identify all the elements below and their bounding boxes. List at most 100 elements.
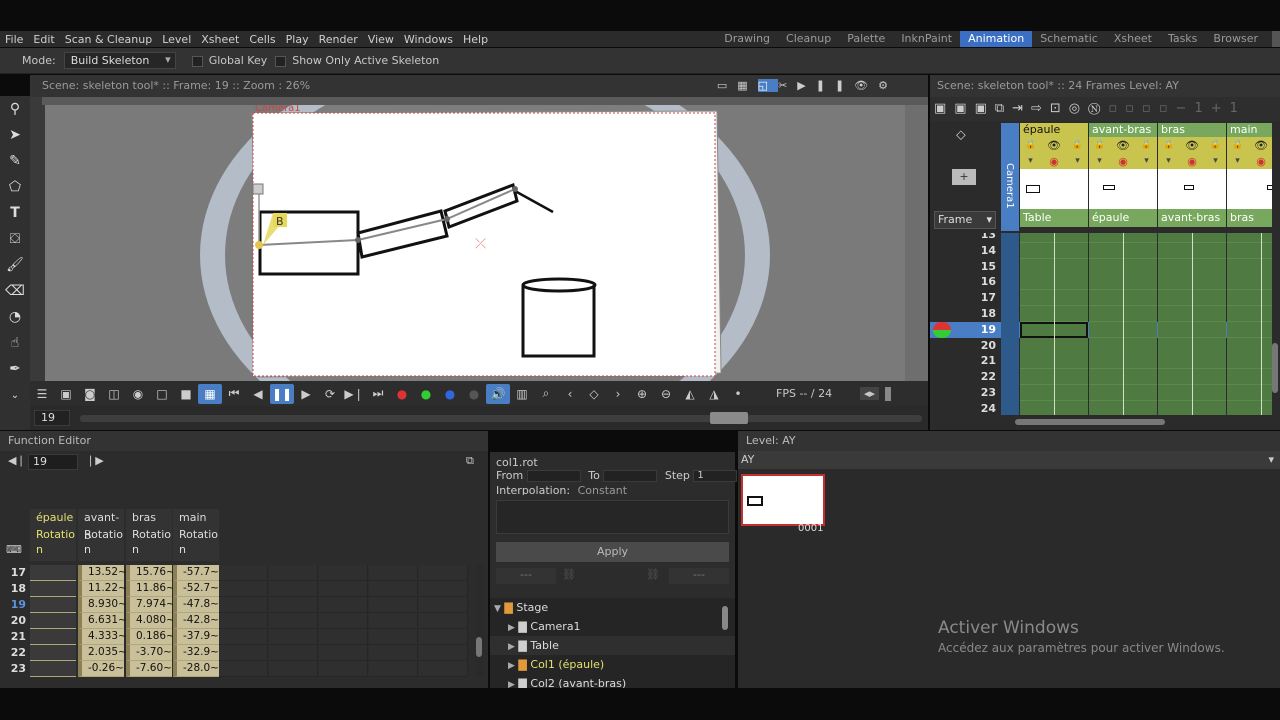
loop-icon[interactable]: ⟳ [318, 384, 342, 404]
xsheet-row[interactable]: 16 [930, 274, 1272, 291]
prev-key-field[interactable]: --- [496, 568, 556, 584]
menu-file[interactable]: File [0, 33, 28, 46]
first-frame-icon[interactable]: ⏮ [222, 384, 246, 404]
xsheet-row[interactable]: 20 [930, 337, 1272, 354]
toggle-view-icon[interactable]: ⧉ [466, 454, 474, 468]
row-number[interactable]: 20 [970, 339, 996, 352]
frame-zoom-dropdown[interactable]: Frame ▾ [934, 211, 996, 229]
row-number[interactable]: 22 [970, 370, 996, 383]
camera-icon[interactable]: ◙ [78, 384, 102, 404]
column-name[interactable]: avant-bras [1089, 123, 1157, 137]
play-icon[interactable]: ▶ [294, 384, 318, 404]
row-number[interactable]: 23 [970, 386, 996, 399]
tree-item[interactable]: ▶ ▇ Camera1 [490, 617, 735, 636]
next-frame-button[interactable]: ❘▶ [86, 454, 104, 467]
column-camstand-toggle[interactable]: ▾◉▾ [1158, 153, 1226, 169]
function-row-frame[interactable]: 23 [0, 661, 30, 677]
xsheet-row[interactable]: 17 [930, 290, 1272, 307]
next-key-field[interactable]: --- [669, 568, 729, 584]
column-parent[interactable]: épaule [1089, 209, 1157, 227]
function-cell[interactable] [30, 645, 76, 661]
tree-item[interactable]: ▶ ▇ Col2 (avant-bras) [490, 674, 735, 688]
function-column-header[interactable]: main Rotatio n [173, 509, 219, 561]
column-parent[interactable]: avant-bras [1158, 209, 1226, 227]
column-preview-toggle[interactable]: 🔒 👁 🔒 [1158, 137, 1226, 153]
geometric-tool-icon[interactable]: ⬠ [0, 174, 30, 200]
fill-tool-icon[interactable]: ⛋ [0, 226, 30, 252]
more-tools-icon[interactable]: ⌄ [0, 382, 30, 408]
function-cell[interactable]: -47.8~ [173, 597, 219, 613]
menu-xsheet[interactable]: Xsheet [196, 33, 244, 46]
menu-edit[interactable]: Edit [28, 33, 59, 46]
row-number[interactable]: 19 [970, 323, 996, 336]
zoom-in-icon[interactable]: ⊕ [630, 384, 654, 404]
style-picker-icon[interactable]: ✒ [0, 356, 30, 382]
function-row-frame[interactable]: 18 [0, 581, 30, 597]
function-cell[interactable] [30, 661, 76, 677]
room-tab-animation[interactable]: Animation [960, 31, 1033, 47]
row-number[interactable]: 17 [970, 291, 996, 304]
menu-icon[interactable]: ☰ [30, 384, 54, 404]
column-camstand-toggle[interactable]: ▾◉▾ [1089, 153, 1157, 169]
prev-frame-icon[interactable]: ◀ [246, 384, 270, 404]
to-field[interactable] [603, 470, 658, 482]
bg-white-icon[interactable]: □ [150, 384, 174, 404]
apply-button[interactable]: Apply [496, 542, 729, 562]
menu-windows[interactable]: Windows [399, 33, 458, 46]
type-tool-icon[interactable]: T [0, 200, 30, 226]
menu-help[interactable]: Help [458, 33, 493, 46]
function-cell[interactable]: -42.8~ [173, 613, 219, 629]
link-icon-2[interactable]: ⛓ [646, 568, 660, 581]
red-channel-icon[interactable]: ● [390, 384, 414, 404]
function-cell[interactable]: -52.7~ [173, 581, 219, 597]
function-cell[interactable]: 4.080~ [126, 613, 175, 629]
pause-icon[interactable]: ❚❚ [270, 383, 294, 404]
show-active-checkbox[interactable] [275, 55, 287, 67]
function-cell[interactable] [30, 597, 76, 613]
column-name[interactable]: bras [1158, 123, 1226, 137]
xsheet-toolbar-icons[interactable]: ▣▣▣⧉⇥⇨⊡◎Ⓝ▫▫▫▫−1+1 [930, 97, 1280, 121]
room-scroll-handle[interactable] [1272, 31, 1280, 47]
viewer-header-icons[interactable]: ▭▦◱✂▶❚❚👁⚙ [717, 75, 898, 97]
function-cell[interactable]: 6.631~ [78, 613, 127, 629]
function-row-frame[interactable]: 19 [0, 597, 30, 613]
skeleton-tool-icon[interactable]: ⚲ [0, 96, 30, 122]
function-cell[interactable]: 7.974~ [126, 597, 175, 613]
onion-skin-marker[interactable] [933, 321, 951, 338]
room-tab-drawing[interactable]: Drawing [716, 31, 778, 47]
function-cell[interactable]: 2.035~ [78, 645, 127, 661]
link-icon[interactable]: ⛓ [562, 568, 576, 581]
selection-tool-icon[interactable]: ➤ [0, 122, 30, 148]
column-name[interactable]: épaule [1020, 123, 1088, 137]
tree-item[interactable]: ▶ ▇ Table [490, 636, 735, 655]
xsheet-row[interactable]: 19 [930, 321, 1272, 338]
xsheet-row[interactable]: 21 [930, 353, 1272, 370]
function-cell[interactable] [30, 565, 76, 581]
xsheet-column-1[interactable]: avant-bras 🔒 👁 🔒 ▾ ◉ ▾ épaule [1089, 123, 1157, 231]
function-cell[interactable]: -28.0~ [173, 661, 219, 677]
row-number[interactable]: 24 [970, 402, 996, 415]
function-cell[interactable] [30, 613, 76, 629]
xsheet-row[interactable]: 15 [930, 258, 1272, 275]
row-number[interactable]: 15 [970, 260, 996, 273]
function-vscroll[interactable] [476, 565, 484, 677]
menu-scan-cleanup[interactable]: Scan & Cleanup [60, 33, 157, 46]
blue-channel-icon[interactable]: ● [438, 384, 462, 404]
menu-render[interactable]: Render [314, 33, 363, 46]
room-tab-inknpaint[interactable]: InknPaint [893, 31, 960, 47]
interpolation-dropdown[interactable]: Constant [578, 484, 627, 495]
bg-black-icon[interactable]: ■ [174, 384, 198, 404]
horizontal-ruler[interactable] [42, 97, 928, 105]
function-cell[interactable]: 15.76~ [126, 565, 175, 581]
xsheet-vscroll[interactable] [1272, 123, 1280, 418]
menu-cells[interactable]: Cells [244, 33, 280, 46]
function-row-frame[interactable]: 22 [0, 645, 30, 661]
canvas-area[interactable]: Camera1 B ⤫ [45, 105, 928, 408]
function-cell[interactable]: 8.930~ [78, 597, 127, 613]
xsheet-row[interactable]: 24 [930, 400, 1272, 415]
xsheet-column-0[interactable]: épaule 🔒 👁 🔒 ▾ ◉ ▾ Table [1020, 123, 1088, 231]
xsheet-hscroll[interactable] [1005, 417, 1280, 427]
next-frame-icon[interactable]: ▶❘ [342, 384, 366, 404]
locator-icon[interactable]: ⌕ [534, 384, 558, 404]
reset-view-icon[interactable]: • [726, 384, 750, 404]
